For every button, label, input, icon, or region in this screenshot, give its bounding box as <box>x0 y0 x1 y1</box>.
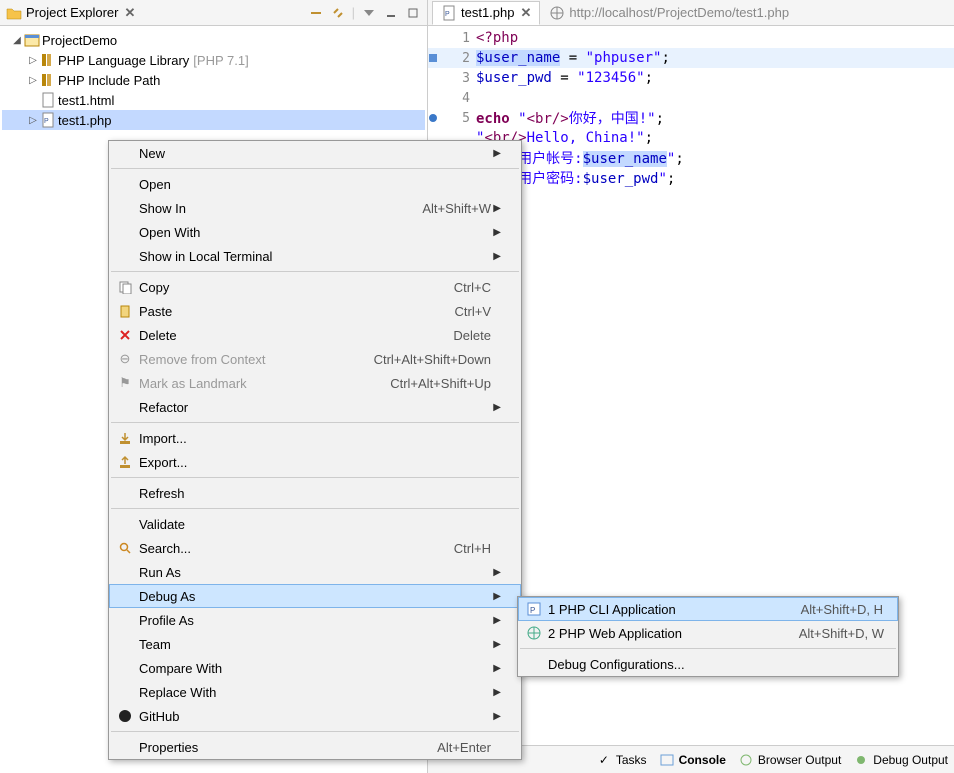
browser-output-icon <box>738 752 754 768</box>
editor-tabbar: P test1.php ✕ http://localhost/ProjectDe… <box>428 0 954 26</box>
debug-output-icon <box>853 752 869 768</box>
menu-profile-as[interactable]: Profile As▶ <box>109 608 521 632</box>
tab-test1-php[interactable]: P test1.php ✕ <box>432 1 540 25</box>
expand-icon[interactable]: ▷ <box>26 115 40 126</box>
paste-icon <box>115 304 135 318</box>
php-web-icon <box>524 625 544 641</box>
menu-open[interactable]: Open <box>109 172 521 196</box>
globe-icon <box>549 5 565 21</box>
submenu-php-cli[interactable]: P1 PHP CLI ApplicationAlt+Shift+D, H <box>518 597 898 621</box>
tab-debug-output[interactable]: Debug Output <box>853 752 948 768</box>
project-label: ProjectDemo <box>42 33 117 48</box>
menu-team[interactable]: Team▶ <box>109 632 521 656</box>
close-icon[interactable]: ✕ <box>521 5 532 21</box>
menu-github[interactable]: GitHub▶ <box>109 704 521 728</box>
remove-context-icon: ⊖ <box>115 351 135 367</box>
tab-browser[interactable]: http://localhost/ProjectDemo/test1.php <box>540 1 798 25</box>
menu-show-local[interactable]: Show in Local Terminal▶ <box>109 244 521 268</box>
svg-text:P: P <box>445 11 450 18</box>
project-icon <box>24 32 40 48</box>
view-menu-icon[interactable] <box>361 5 377 21</box>
menu-remove-context: ⊖Remove from ContextCtrl+Alt+Shift+Down <box>109 347 521 371</box>
menu-refactor[interactable]: Refactor▶ <box>109 395 521 419</box>
separator <box>111 422 519 423</box>
link-icon[interactable] <box>330 5 346 21</box>
tab-browser-output[interactable]: Browser Output <box>738 752 841 768</box>
menu-new[interactable]: New▶ <box>109 141 521 165</box>
menu-run-as[interactable]: Run As▶ <box>109 560 521 584</box>
menu-compare[interactable]: Compare With▶ <box>109 656 521 680</box>
menu-export[interactable]: Export... <box>109 450 521 474</box>
marker-icon <box>428 53 446 63</box>
file-html-label: test1.html <box>58 93 114 108</box>
tree-file-html[interactable]: test1.html <box>2 90 425 110</box>
separator: | <box>352 5 355 20</box>
menu-replace[interactable]: Replace With▶ <box>109 680 521 704</box>
menu-search[interactable]: Search...Ctrl+H <box>109 536 521 560</box>
library-icon <box>40 52 56 68</box>
folder-icon <box>6 5 22 21</box>
menu-refresh[interactable]: Refresh <box>109 481 521 505</box>
submenu-php-web[interactable]: 2 PHP Web ApplicationAlt+Shift+D, W <box>518 621 898 645</box>
delete-icon <box>115 328 135 342</box>
menu-copy[interactable]: CopyCtrl+C <box>109 275 521 299</box>
separator <box>111 477 519 478</box>
export-icon <box>115 455 135 469</box>
import-icon <box>115 431 135 445</box>
debug-as-submenu: P1 PHP CLI ApplicationAlt+Shift+D, H 2 P… <box>517 596 899 677</box>
tasks-icon: ✓ <box>596 752 612 768</box>
project-tree: ◢ ProjectDemo ▷ PHP Language Library [PH… <box>0 26 427 134</box>
separator <box>111 168 519 169</box>
menu-debug-as[interactable]: Debug As▶ <box>109 584 521 608</box>
github-icon <box>115 709 135 723</box>
separator <box>111 731 519 732</box>
separator <box>111 508 519 509</box>
copy-icon <box>115 280 135 294</box>
menu-show-in[interactable]: Show InAlt+Shift+W▶ <box>109 196 521 220</box>
php-file-icon: P <box>40 112 56 128</box>
menu-mark-landmark: ⚑Mark as LandmarkCtrl+Alt+Shift+Up <box>109 371 521 395</box>
tab-label: test1.php <box>461 5 515 20</box>
menu-properties[interactable]: PropertiesAlt+Enter <box>109 735 521 759</box>
tree-include[interactable]: ▷ PHP Include Path <box>2 70 425 90</box>
submenu-debug-config[interactable]: Debug Configurations... <box>518 652 898 676</box>
context-menu: New▶ Open Show InAlt+Shift+W▶ Open With▶… <box>108 140 522 760</box>
expand-icon[interactable]: ▷ <box>26 55 40 66</box>
explorer-header: Project Explorer ✕ | <box>0 0 427 26</box>
tree-phplib[interactable]: ▷ PHP Language Library [PHP 7.1] <box>2 50 425 70</box>
tab-console[interactable]: Console <box>659 752 726 768</box>
tree-file-php[interactable]: ▷ P test1.php <box>2 110 425 130</box>
svg-text:P: P <box>530 606 535 615</box>
library-icon <box>40 72 56 88</box>
menu-paste[interactable]: PasteCtrl+V <box>109 299 521 323</box>
menu-open-with[interactable]: Open With▶ <box>109 220 521 244</box>
php-file-icon: P <box>441 5 457 21</box>
php-cli-icon: P <box>524 601 544 617</box>
svg-text:P: P <box>44 118 49 125</box>
menu-delete[interactable]: DeleteDelete <box>109 323 521 347</box>
phplib-label: PHP Language Library <box>58 53 189 68</box>
file-icon <box>40 92 56 108</box>
tab-label: http://localhost/ProjectDemo/test1.php <box>569 5 789 20</box>
console-icon <box>659 752 675 768</box>
phplib-decor: [PHP 7.1] <box>193 53 248 68</box>
file-php-label: test1.php <box>58 113 112 128</box>
search-icon <box>115 541 135 555</box>
collapse-icon[interactable] <box>308 5 324 21</box>
maximize-icon[interactable] <box>405 5 421 21</box>
tab-tasks[interactable]: ✓Tasks <box>596 752 647 768</box>
minimize-icon[interactable] <box>383 5 399 21</box>
expand-icon[interactable]: ◢ <box>10 35 24 46</box>
tree-project[interactable]: ◢ ProjectDemo <box>2 30 425 50</box>
close-icon[interactable]: ✕ <box>124 5 135 21</box>
menu-validate[interactable]: Validate <box>109 512 521 536</box>
include-label: PHP Include Path <box>58 73 160 88</box>
separator <box>111 271 519 272</box>
breakpoint-icon[interactable] <box>428 113 446 123</box>
menu-import[interactable]: Import... <box>109 426 521 450</box>
separator <box>520 648 896 649</box>
expand-icon[interactable]: ▷ <box>26 75 40 86</box>
explorer-title: Project Explorer <box>26 5 118 20</box>
landmark-icon: ⚑ <box>115 375 135 391</box>
